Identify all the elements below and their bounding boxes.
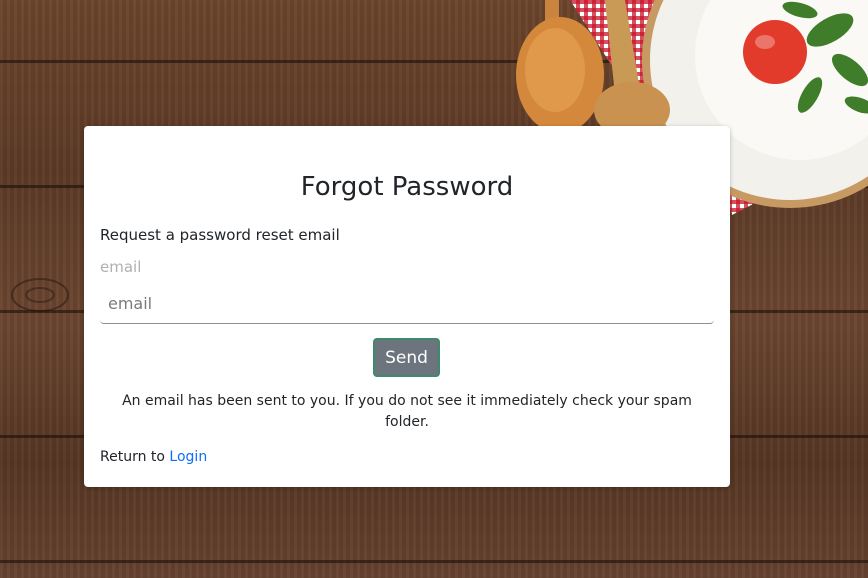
login-link[interactable]: Login <box>169 449 207 465</box>
page-title: Forgot Password <box>300 172 514 202</box>
email-field-label: email <box>100 258 142 276</box>
return-to-login: Return to Login <box>100 449 207 465</box>
send-button[interactable]: Send <box>373 338 440 377</box>
email-sent-message: An email has been sent to you. If you do… <box>122 393 692 430</box>
forgot-password-card: Forgot Password Request a password reset… <box>84 126 730 487</box>
email-input[interactable] <box>100 284 714 324</box>
return-text: Return to <box>100 449 170 465</box>
wood-knot <box>11 278 69 312</box>
form-subtitle: Request a password reset email <box>100 226 340 244</box>
tomato <box>743 20 807 84</box>
